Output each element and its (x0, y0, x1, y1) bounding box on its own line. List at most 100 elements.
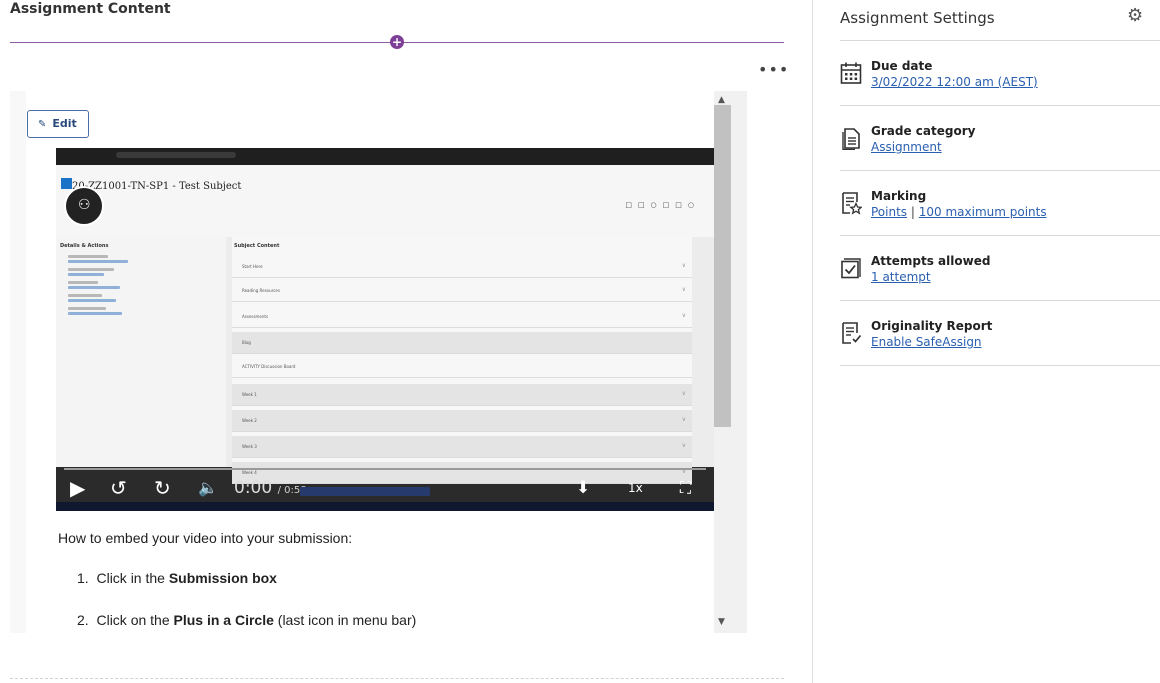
setting-label: Originality Report (871, 319, 993, 333)
assignment-content-panel: Assignment Content + ••• ▲ ▼ ✎ Edit 20-ZZ… (0, 0, 790, 683)
settings-divider (840, 235, 1160, 236)
instructions-intro: How to embed your video into your submis… (58, 530, 353, 546)
pencil-icon: ✎ (38, 119, 47, 130)
video-detail-link (68, 299, 116, 302)
embedded-video[interactable]: 20-ZZ1001-TN-SP1 - Test Subject □□○□□○ ⚇… (56, 148, 714, 511)
step-number: 2. (77, 612, 89, 628)
setting-label: Due date (871, 59, 933, 73)
instruction-step: 2. Click on the Plus in a Circle (last i… (77, 612, 416, 628)
video-detail-link (68, 273, 104, 276)
rewind-10-icon[interactable]: ↺ (110, 478, 127, 498)
due-date-link[interactable]: 3/02/2022 12:00 am (AEST) (871, 75, 1038, 89)
marking-icon (842, 192, 862, 215)
video-week-row: Week 3 ∨ (232, 436, 692, 458)
video-progress-bar[interactable] (64, 468, 706, 470)
video-taskbar (56, 502, 714, 511)
step-prefix: Click in the (96, 570, 169, 586)
video-detail-link (68, 260, 128, 263)
video-screen-share-bar (300, 487, 430, 496)
setting-marking: Marking Points | 100 maximum points (840, 189, 1160, 229)
setting-value: Points | 100 maximum points (871, 205, 1047, 220)
setting-value: 3/02/2022 12:00 am (AEST) (871, 75, 1038, 90)
video-course-avatar: ⚇ (64, 186, 104, 226)
instruction-step: 1. Click in the Submission box (77, 570, 277, 586)
chevron-down-icon: ∨ (681, 416, 686, 423)
video-week-label: Week 3 (242, 444, 257, 449)
video-detail-line (68, 294, 102, 297)
scroll-down-icon[interactable]: ▼ (718, 617, 725, 627)
video-address-bar (116, 152, 236, 158)
forward-10-icon[interactable]: ↻ (154, 478, 171, 498)
setting-originality-report: Originality Report Enable SafeAssign (840, 319, 1160, 359)
video-week-label: Week 2 (242, 418, 257, 423)
playback-rate-button[interactable]: 1x (628, 481, 643, 495)
video-course-header: 20-ZZ1001-TN-SP1 - Test Subject □□○□□○ (56, 165, 714, 248)
video-details-title: Details & Actions (60, 243, 109, 249)
video-blank-label: Blog (242, 340, 251, 345)
attempts-link[interactable]: 1 attempt (871, 270, 931, 284)
edit-button[interactable]: ✎ Edit (27, 110, 89, 138)
setting-attempts-allowed: Attempts allowed 1 attempt (840, 254, 1160, 294)
video-discussion-label: ACTIVITY Discussion Board (242, 364, 296, 369)
enable-safeassign-link[interactable]: Enable SafeAssign (871, 335, 982, 349)
download-icon[interactable]: ⬇ (576, 478, 590, 498)
video-folder-row: Reading Resources ∨ (232, 280, 692, 302)
add-content-button[interactable]: + (390, 35, 404, 49)
grade-category-link[interactable]: Assignment (871, 140, 942, 154)
marking-points-link[interactable]: Points (871, 205, 907, 219)
settings-title: Assignment Settings (840, 9, 995, 27)
value-separator: | (910, 205, 915, 219)
setting-value: Enable SafeAssign (871, 335, 982, 350)
step-suffix: (last icon in menu bar) (273, 612, 417, 628)
video-week-label: Week 1 (242, 392, 257, 397)
chevron-down-icon: ∨ (681, 286, 686, 293)
video-close-badge (61, 178, 72, 189)
video-detail-link (68, 286, 120, 289)
setting-label: Marking (871, 189, 927, 203)
volume-icon[interactable]: 🔈 (198, 478, 218, 498)
step-bold: Plus in a Circle (173, 612, 274, 628)
play-icon[interactable]: ▶ (70, 478, 85, 498)
video-week-row: Week 1 ∨ (232, 384, 692, 406)
calendar-icon (840, 62, 862, 84)
settings-divider (840, 170, 1160, 171)
video-browser-chrome (56, 148, 714, 165)
video-time-current: 0:00 (234, 478, 273, 498)
fullscreen-icon[interactable]: ⛶ (680, 478, 691, 498)
video-detail-line (68, 307, 106, 310)
setting-grade-category: Grade category Assignment (840, 124, 1160, 164)
chevron-down-icon: ∨ (681, 262, 686, 269)
step-number: 1. (77, 570, 89, 586)
setting-value: 1 attempt (871, 270, 931, 285)
settings-divider (840, 40, 1160, 41)
scroll-up-icon[interactable]: ▲ (718, 95, 725, 105)
chevron-down-icon: ∨ (681, 442, 686, 449)
chevron-down-icon: ∨ (681, 390, 686, 397)
maximum-points-link[interactable]: 100 maximum points (919, 205, 1047, 219)
video-detail-line (68, 281, 98, 284)
settings-divider (840, 300, 1160, 301)
video-folder-label: Reading Resources (242, 288, 280, 293)
video-detail-line (68, 255, 108, 258)
step-prefix: Click on the (96, 612, 174, 628)
more-options-button[interactable]: ••• (758, 62, 789, 78)
gear-icon[interactable]: ⚙ (1127, 6, 1143, 26)
setting-label: Attempts allowed (871, 254, 991, 268)
section-title: Assignment Content (10, 1, 171, 17)
video-week-row: Week 2 ∨ (232, 410, 692, 432)
video-detail-line (68, 268, 114, 271)
video-discussion-row: ACTIVITY Discussion Board (232, 356, 692, 378)
video-header-icons: □□○□□○ (625, 201, 700, 209)
people-icon: ⚇ (78, 197, 91, 213)
chevron-down-icon: ∨ (681, 312, 686, 319)
checkbox-icon (841, 258, 861, 279)
scrollbar-thumb[interactable] (714, 105, 731, 427)
edit-label: Edit (52, 117, 77, 130)
video-folder-row: Assessments ∨ (232, 306, 692, 328)
document-icon (842, 128, 860, 150)
video-detail-link (68, 312, 122, 315)
column-divider (812, 0, 813, 683)
setting-label: Grade category (871, 124, 976, 138)
content-bottom-divider (10, 678, 784, 679)
video-time: 0:00 / 0:58 (234, 478, 307, 501)
